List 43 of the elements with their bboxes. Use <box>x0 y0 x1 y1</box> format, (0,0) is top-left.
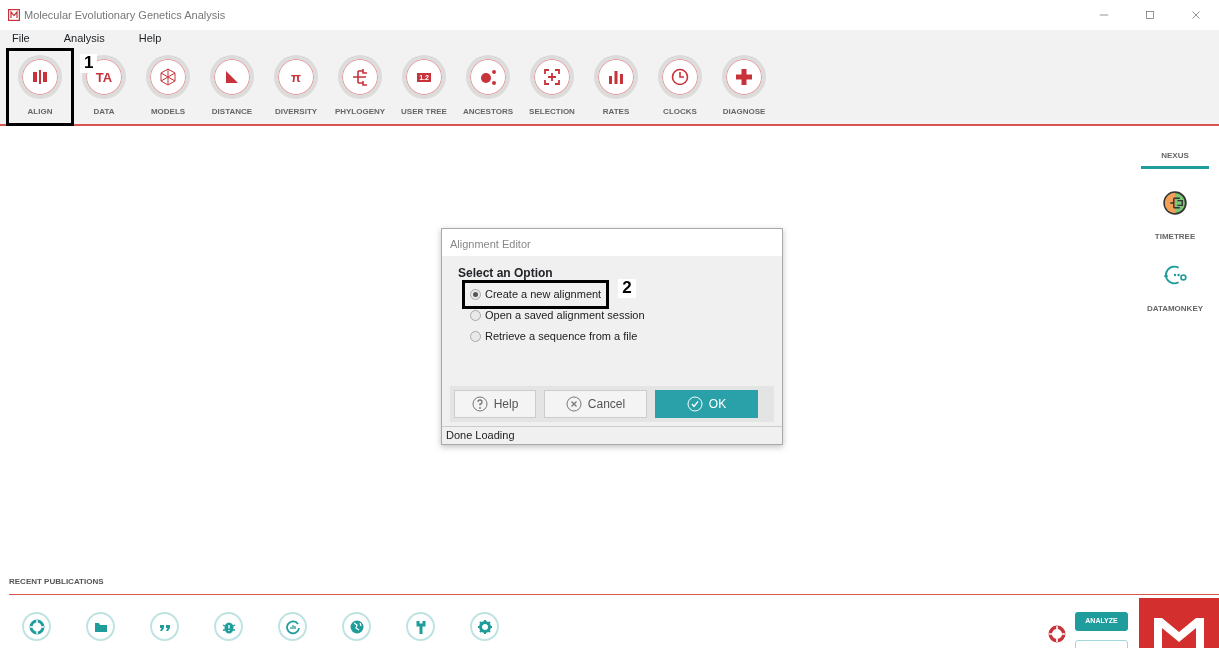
side-link[interactable]: DATAMONKEY <box>1146 303 1204 315</box>
window-title: Molecular Evolutionary Genetics Analysis <box>24 7 226 23</box>
radio-button[interactable] <box>470 331 481 342</box>
callout-number: 1 <box>80 54 98 73</box>
network-icon <box>158 67 178 87</box>
radio-button[interactable] <box>470 310 481 321</box>
panel-tab[interactable]: NEXUS <box>1141 150 1209 169</box>
dots-icon <box>478 67 498 87</box>
radio-option[interactable]: Create a new alignment <box>470 286 602 303</box>
radio-button[interactable] <box>470 289 481 300</box>
check-icon <box>686 396 703 412</box>
globe-icon[interactable] <box>348 618 365 635</box>
section-heading: RECENT PUBLICATIONS <box>9 576 104 588</box>
text-icon: TA <box>95 70 113 84</box>
side-link[interactable]: TIMETREE <box>1154 231 1196 243</box>
gear-icon[interactable] <box>476 618 493 635</box>
app-logo-icon <box>8 9 20 21</box>
menu-item[interactable]: File <box>12 30 30 47</box>
plus-icon <box>734 67 754 87</box>
menu-item[interactable]: Help <box>138 30 162 47</box>
radio-option[interactable]: Open a saved alignment session <box>470 307 645 324</box>
status-text: Done Loading <box>442 426 782 444</box>
cancel-icon <box>565 396 582 412</box>
refresh-chart-icon[interactable] <box>284 618 301 635</box>
lifebuoy-icon[interactable] <box>28 618 45 635</box>
dialog-heading: Select an Option <box>458 265 554 282</box>
menu-item[interactable]: Analysis <box>63 30 105 47</box>
callout-number: 2 <box>618 279 636 298</box>
tree-icon <box>350 67 370 87</box>
help-icon <box>471 396 488 412</box>
clock-icon <box>670 67 690 87</box>
cancel-button[interactable]: Cancel <box>544 390 647 418</box>
monkey-face-icon[interactable] <box>1163 263 1187 287</box>
pi-icon: π <box>291 70 301 84</box>
radio-option[interactable]: Retrieve a sequence from a file <box>470 328 638 345</box>
square-plus-icon <box>542 67 562 87</box>
maximize-icon[interactable] <box>1143 8 1157 22</box>
help-button[interactable]: Help <box>454 390 536 418</box>
align-icon <box>30 67 50 87</box>
lifebuoy-icon[interactable] <box>1048 625 1066 643</box>
ok-button[interactable]: OK <box>655 390 758 418</box>
dialog-title: Alignment Editor <box>442 229 782 256</box>
globe-tree-icon[interactable] <box>1163 191 1187 215</box>
